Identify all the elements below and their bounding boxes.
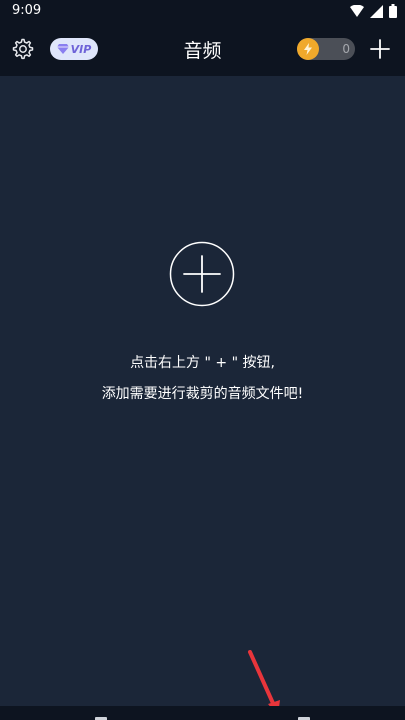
- status-time: 9:09: [12, 3, 42, 18]
- coin-count: 0: [342, 42, 350, 56]
- add-file-button[interactable]: [169, 241, 235, 307]
- diamond-icon: [56, 44, 69, 54]
- vip-badge[interactable]: VIP: [50, 38, 98, 60]
- empty-hint-line2: 添加需要进行裁剪的音频文件吧!: [101, 386, 304, 402]
- main-content: 点击右上方 " + " 按钮, 添加需要进行裁剪的音频文件吧!: [0, 76, 405, 710]
- battery-icon: [389, 4, 397, 18]
- signal-icon: [370, 4, 383, 18]
- status-bar: 9:09: [0, 0, 405, 24]
- status-icons: [350, 4, 397, 18]
- gear-icon[interactable]: [11, 37, 35, 61]
- plus-icon[interactable]: [369, 38, 391, 60]
- coin-toggle[interactable]: 0: [297, 38, 355, 60]
- wifi-icon: [350, 5, 364, 17]
- vip-label: VIP: [70, 42, 92, 56]
- empty-hint-line1: 点击右上方 " + " 按钮,: [130, 355, 275, 371]
- system-nav-bar: [0, 706, 405, 720]
- coin: [297, 38, 319, 60]
- app-bar: VIP 音频 0: [0, 24, 405, 76]
- lightning-icon: [304, 43, 312, 55]
